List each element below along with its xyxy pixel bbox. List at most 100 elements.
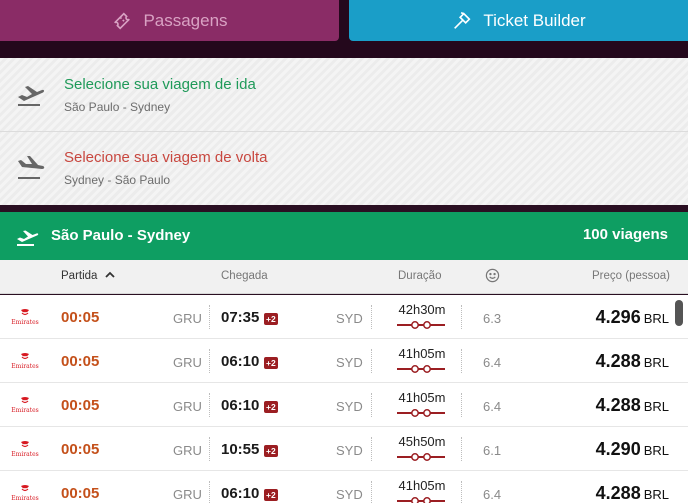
price-amount: 4.290 bbox=[595, 439, 641, 459]
scrollbar-thumb[interactable] bbox=[675, 300, 683, 326]
price-currency: BRL bbox=[643, 311, 669, 326]
price-currency: BRL bbox=[643, 355, 669, 370]
tab-passagens-label: Passagens bbox=[143, 10, 228, 30]
stops-indicator-icon bbox=[397, 453, 445, 461]
svg-text:Emirates: Emirates bbox=[11, 407, 38, 414]
flight-list: Emirates 00:05 GRU 07:35 +2 SYD 42h30m 6… bbox=[0, 295, 688, 503]
arrival-plane-icon bbox=[18, 156, 45, 179]
departure-plane-icon bbox=[18, 86, 45, 106]
smiley-icon[interactable] bbox=[485, 268, 500, 286]
flight-rating: 6.4 bbox=[483, 355, 502, 370]
arrival-time: 10:55 bbox=[221, 441, 260, 458]
flight-duration: 41h05m bbox=[398, 390, 446, 405]
departure-time: 00:05 bbox=[61, 441, 100, 458]
divider bbox=[461, 481, 462, 503]
plus-days-badge: +2 bbox=[264, 445, 278, 457]
flight-price: 4.288 BRL bbox=[596, 351, 669, 372]
departure-time: 00:05 bbox=[61, 353, 100, 370]
arrival-time: 06:10 bbox=[221, 353, 260, 370]
svg-text:Emirates: Emirates bbox=[11, 451, 38, 458]
divider bbox=[209, 393, 210, 417]
divider bbox=[209, 305, 210, 329]
sort-ascending-icon[interactable] bbox=[105, 270, 115, 283]
svg-text:Emirates: Emirates bbox=[11, 363, 38, 370]
stops-indicator-icon bbox=[397, 409, 445, 417]
stops-indicator-icon bbox=[397, 497, 445, 503]
column-duracao[interactable]: Duração bbox=[398, 270, 441, 282]
stops-indicator-icon bbox=[397, 321, 445, 329]
divider bbox=[461, 393, 462, 417]
flight-price: 4.296 BRL bbox=[596, 307, 669, 328]
price-currency: BRL bbox=[643, 443, 669, 458]
departure-airport: GRU bbox=[173, 311, 202, 326]
departure-airport: GRU bbox=[173, 399, 202, 414]
divider bbox=[371, 437, 372, 461]
tab-ticket-builder[interactable]: Ticket Builder bbox=[349, 0, 688, 41]
stops-indicator-icon bbox=[397, 365, 445, 373]
divider bbox=[209, 481, 210, 503]
flight-price: 4.288 BRL bbox=[596, 483, 669, 503]
flight-duration: 42h30m bbox=[398, 302, 446, 317]
plus-days-badge: +2 bbox=[264, 489, 278, 501]
ticket-icon bbox=[114, 11, 131, 30]
column-partida[interactable]: Partida bbox=[61, 270, 97, 282]
price-amount: 4.296 bbox=[595, 307, 641, 327]
flight-price: 4.290 BRL bbox=[596, 439, 669, 460]
column-preco[interactable]: Preço (pessoa) bbox=[592, 270, 670, 282]
flight-row[interactable]: Emirates 00:05 GRU 06:10 +2 SYD 41h05m 6… bbox=[0, 339, 688, 383]
return-title: Selecione sua viagem de volta bbox=[64, 149, 268, 166]
price-amount: 4.288 bbox=[595, 483, 641, 503]
flight-rating: 6.1 bbox=[483, 443, 502, 458]
arrival-airport: SYD bbox=[336, 355, 363, 370]
flight-price: 4.288 BRL bbox=[596, 395, 669, 416]
svg-text:Emirates: Emirates bbox=[11, 319, 38, 326]
price-amount: 4.288 bbox=[595, 395, 641, 415]
arrival-time: 06:10 bbox=[221, 485, 260, 502]
select-return-trip[interactable]: Selecione sua viagem de volta Sydney - S… bbox=[0, 133, 688, 205]
divider bbox=[461, 305, 462, 329]
flight-rating: 6.4 bbox=[483, 399, 502, 414]
departure-airport: GRU bbox=[173, 487, 202, 502]
emirates-logo-icon: Emirates bbox=[11, 441, 39, 458]
plus-days-badge: +2 bbox=[264, 313, 278, 325]
emirates-logo-icon: Emirates bbox=[11, 485, 39, 502]
departure-airport: GRU bbox=[173, 443, 202, 458]
flight-row[interactable]: Emirates 00:05 GRU 06:10 +2 SYD 41h05m 6… bbox=[0, 471, 688, 503]
select-outbound-trip[interactable]: Selecione sua viagem de ida São Paulo - … bbox=[0, 60, 688, 132]
departure-time: 00:05 bbox=[61, 397, 100, 414]
svg-text:Emirates: Emirates bbox=[11, 495, 38, 502]
arrival-time: 07:35 bbox=[221, 309, 260, 326]
divider bbox=[371, 393, 372, 417]
emirates-logo-icon: Emirates bbox=[11, 397, 39, 414]
arrival-airport: SYD bbox=[336, 443, 363, 458]
trip-selectors: Selecione sua viagem de ida São Paulo - … bbox=[0, 58, 688, 205]
tab-passagens[interactable]: Passagens bbox=[0, 0, 339, 41]
departure-time: 00:05 bbox=[61, 309, 100, 326]
departure-time: 00:05 bbox=[61, 485, 100, 502]
hammer-icon bbox=[454, 11, 471, 29]
flight-rating: 6.4 bbox=[483, 487, 502, 502]
outbound-route: São Paulo - Sydney bbox=[64, 100, 171, 114]
results-header: São Paulo - Sydney 100 viagens bbox=[0, 212, 688, 260]
arrival-airport: SYD bbox=[336, 399, 363, 414]
plane-icon bbox=[17, 230, 39, 246]
price-currency: BRL bbox=[643, 487, 669, 502]
flight-duration: 41h05m bbox=[398, 478, 446, 493]
flight-row[interactable]: Emirates 00:05 GRU 06:10 +2 SYD 41h05m 6… bbox=[0, 383, 688, 427]
divider bbox=[461, 437, 462, 461]
plus-days-badge: +2 bbox=[264, 401, 278, 413]
return-route: Sydney - São Paulo bbox=[64, 173, 171, 187]
tab-ticket-builder-label: Ticket Builder bbox=[483, 10, 586, 30]
top-tab-bar: Passagens Ticket Builder bbox=[0, 0, 688, 58]
flight-row[interactable]: Emirates 00:05 GRU 07:35 +2 SYD 42h30m 6… bbox=[0, 295, 688, 339]
divider bbox=[209, 437, 210, 461]
price-amount: 4.288 bbox=[595, 351, 641, 371]
divider bbox=[461, 349, 462, 373]
plus-days-badge: +2 bbox=[264, 357, 278, 369]
emirates-logo-icon: Emirates bbox=[11, 309, 39, 326]
flight-rating: 6.3 bbox=[483, 311, 502, 326]
flight-row[interactable]: Emirates 00:05 GRU 10:55 +2 SYD 45h50m 6… bbox=[0, 427, 688, 471]
column-chegada[interactable]: Chegada bbox=[221, 270, 268, 282]
arrival-airport: SYD bbox=[336, 311, 363, 326]
outbound-title: Selecione sua viagem de ida bbox=[64, 76, 256, 93]
